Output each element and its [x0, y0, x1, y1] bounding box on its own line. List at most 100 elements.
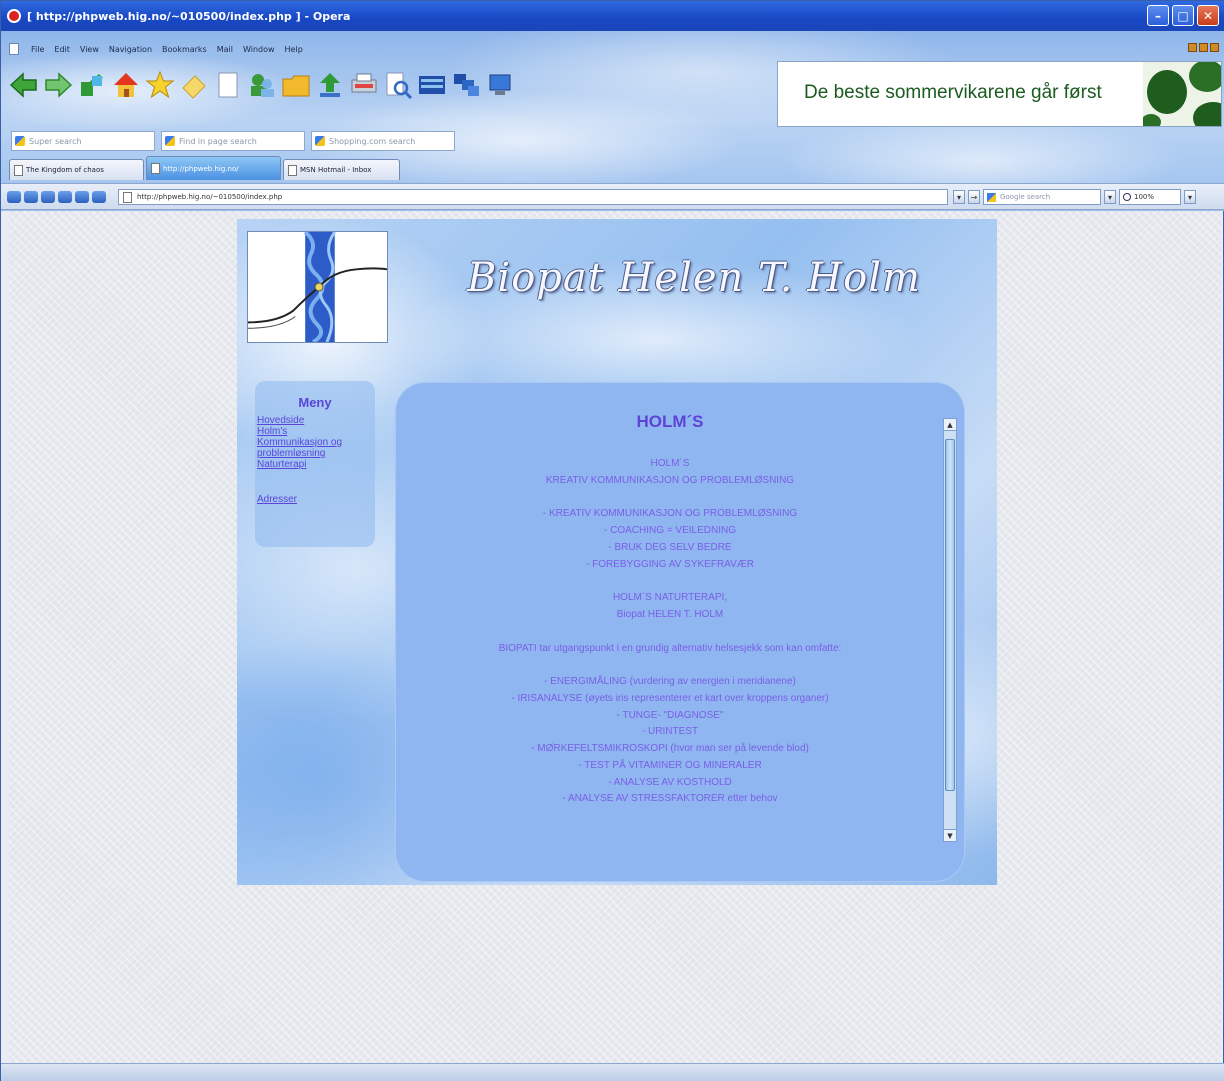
menu-view[interactable]: View [80, 45, 99, 54]
content-line: - URINTEST [641, 726, 699, 738]
menu-window[interactable]: Window [243, 45, 275, 54]
find-in-page-input[interactable]: Find in page search [161, 131, 305, 151]
google-search-input[interactable]: Google search [983, 189, 1101, 205]
content-line: - BRUK DEG SELV BEDRE [608, 541, 732, 553]
back-icon[interactable] [9, 68, 39, 102]
address-right-controls: ▾ → Google search ▾ 100% ▾ [953, 189, 1196, 205]
main-toolbar [9, 65, 515, 105]
super-search-input[interactable]: Super search [11, 131, 155, 151]
minimize-button[interactable]: – [1147, 5, 1169, 26]
content-line: - ANALYSE AV KOSTHOLD [608, 776, 732, 788]
window-title: [ http://phpweb.hig.no/~010500/index.php… [27, 9, 351, 23]
print-icon[interactable] [349, 68, 379, 102]
panels-icon[interactable] [451, 68, 481, 102]
search-dropdown-button[interactable]: ▾ [1104, 190, 1116, 204]
content-line: - TUNGE- "DIAGNOSE" [616, 709, 724, 721]
ad-text: De beste sommervikarene går først [804, 82, 1102, 103]
menu-bookmarks[interactable]: Bookmarks [162, 45, 207, 54]
content-heading: HOLM´S [636, 412, 704, 431]
site-menu: Meny Hovedside Holm's Kommunikasjon og p… [255, 381, 375, 547]
content-line: HOLM´S NATURTERAPI, [612, 592, 728, 604]
page-icon [288, 164, 297, 176]
tab-bar: The Kingdom of chaos http://phpweb.hig.n… [9, 156, 400, 180]
tab-hotmail[interactable]: MSN Hotmail - Inbox [283, 159, 400, 180]
address-nav-buttons [7, 191, 106, 203]
search-engine-icon [15, 136, 25, 146]
ad-graphic [1141, 62, 1221, 126]
scroll-up-arrow[interactable]: ▲ [944, 419, 956, 431]
menu-edit[interactable]: Edit [54, 45, 70, 54]
menu-mail[interactable]: Mail [217, 45, 233, 54]
status-bar [1, 1063, 1224, 1081]
super-search-placeholder: Super search [29, 136, 82, 146]
content-line: - KREATIV KOMMUNIKASJON OG PROBLEMLØSNIN… [542, 508, 798, 520]
mini-close-icon[interactable] [1210, 43, 1219, 52]
title-bar: [ http://phpweb.hig.no/~010500/index.php… [1, 1, 1224, 31]
home-icon[interactable] [111, 68, 141, 102]
content-line: - MØRKEFELTSMIKROSKOPI (hvor man ser på … [531, 743, 809, 755]
zoom-value: 100% [1134, 193, 1155, 201]
find-icon[interactable] [383, 68, 413, 102]
content-scrollbar[interactable]: ▲ ▼ [943, 418, 957, 842]
page-icon[interactable] [213, 68, 243, 102]
mini-minimize-icon[interactable] [1188, 43, 1197, 52]
transfers-icon[interactable] [315, 68, 345, 102]
mini-restore-icon[interactable] [1199, 43, 1208, 52]
go-button[interactable]: → [968, 190, 980, 204]
small-reload-icon[interactable] [58, 191, 72, 203]
small-forward-icon[interactable] [41, 191, 55, 203]
content-line: HOLM´S [650, 458, 690, 469]
notes-icon[interactable] [179, 68, 209, 102]
tab-label: http://phpweb.hig.no/ [163, 164, 239, 173]
page-viewport: Biopat Helen T. Holm Meny Hovedside Holm… [9, 211, 1221, 1063]
zoom-dropdown-button[interactable]: ▾ [1184, 190, 1196, 204]
content-text: HOLM´S HOLM´S KREATIV KOMMUNIKASJON OG PR… [405, 412, 935, 808]
website: Biopat Helen T. Holm Meny Hovedside Holm… [237, 219, 997, 885]
shopping-search-input[interactable]: Shopping.com search [311, 131, 455, 151]
tab-kingdom-of-chaos[interactable]: The Kingdom of chaos [9, 159, 144, 180]
page-icon [123, 192, 132, 203]
menu-link-problemlosning[interactable]: problemløsning [257, 448, 375, 459]
close-button[interactable]: ✕ [1197, 5, 1219, 26]
mini-window-controls [1188, 43, 1219, 52]
content-line: - ENERGIMÅLING (vurdering av energien i … [544, 676, 796, 688]
ad-banner[interactable]: De beste sommervikarene går først [777, 61, 1222, 127]
menu-navigation[interactable]: Navigation [109, 45, 152, 54]
bookmarks-icon[interactable] [145, 68, 175, 102]
tab-phpweb[interactable]: http://phpweb.hig.no/ [146, 156, 281, 180]
opera-menu-icon[interactable] [7, 191, 21, 203]
menu-help[interactable]: Help [285, 45, 303, 54]
site-logo[interactable] [247, 231, 388, 343]
scroll-down-arrow[interactable]: ▼ [944, 829, 956, 841]
menu-link-holms[interactable]: Holm's [257, 426, 375, 437]
monitor-icon[interactable] [485, 68, 515, 102]
maximize-button[interactable]: □ [1172, 5, 1194, 26]
menu-link-adresser[interactable]: Adresser [257, 494, 375, 505]
content-line: - IRISANALYSE (øyets iris representerer … [511, 693, 829, 705]
menu-link-kommunikasjon[interactable]: Kommunikasjon og [257, 437, 375, 448]
find-in-page-placeholder: Find in page search [179, 136, 257, 146]
scroll-thumb[interactable] [945, 439, 955, 791]
small-wand-icon[interactable] [92, 191, 106, 203]
windows-icon[interactable] [417, 68, 447, 102]
reload-icon[interactable] [77, 68, 107, 102]
contacts-icon[interactable] [247, 68, 277, 102]
search-engine-icon [315, 136, 325, 146]
menu-file[interactable]: File [31, 45, 44, 54]
small-back-icon[interactable] [24, 191, 38, 203]
content-line: - FOREBYGGING AV SYKEFRAVÆR [586, 558, 754, 570]
folder-icon[interactable] [281, 68, 311, 102]
forward-icon[interactable] [43, 68, 73, 102]
url-dropdown-button[interactable]: ▾ [953, 190, 965, 204]
menu-link-hovedside[interactable]: Hovedside [257, 415, 375, 426]
browser-window: [ http://phpweb.hig.no/~010500/index.php… [0, 0, 1224, 1081]
window-controls: – □ ✕ [1147, 5, 1219, 26]
zoom-control[interactable]: 100% [1119, 189, 1181, 205]
url-input[interactable]: http://phpweb.hig.no/~010500/index.php [118, 189, 948, 205]
small-home-icon[interactable] [75, 191, 89, 203]
menu-link-naturterapi[interactable]: Naturterapi [257, 459, 375, 470]
